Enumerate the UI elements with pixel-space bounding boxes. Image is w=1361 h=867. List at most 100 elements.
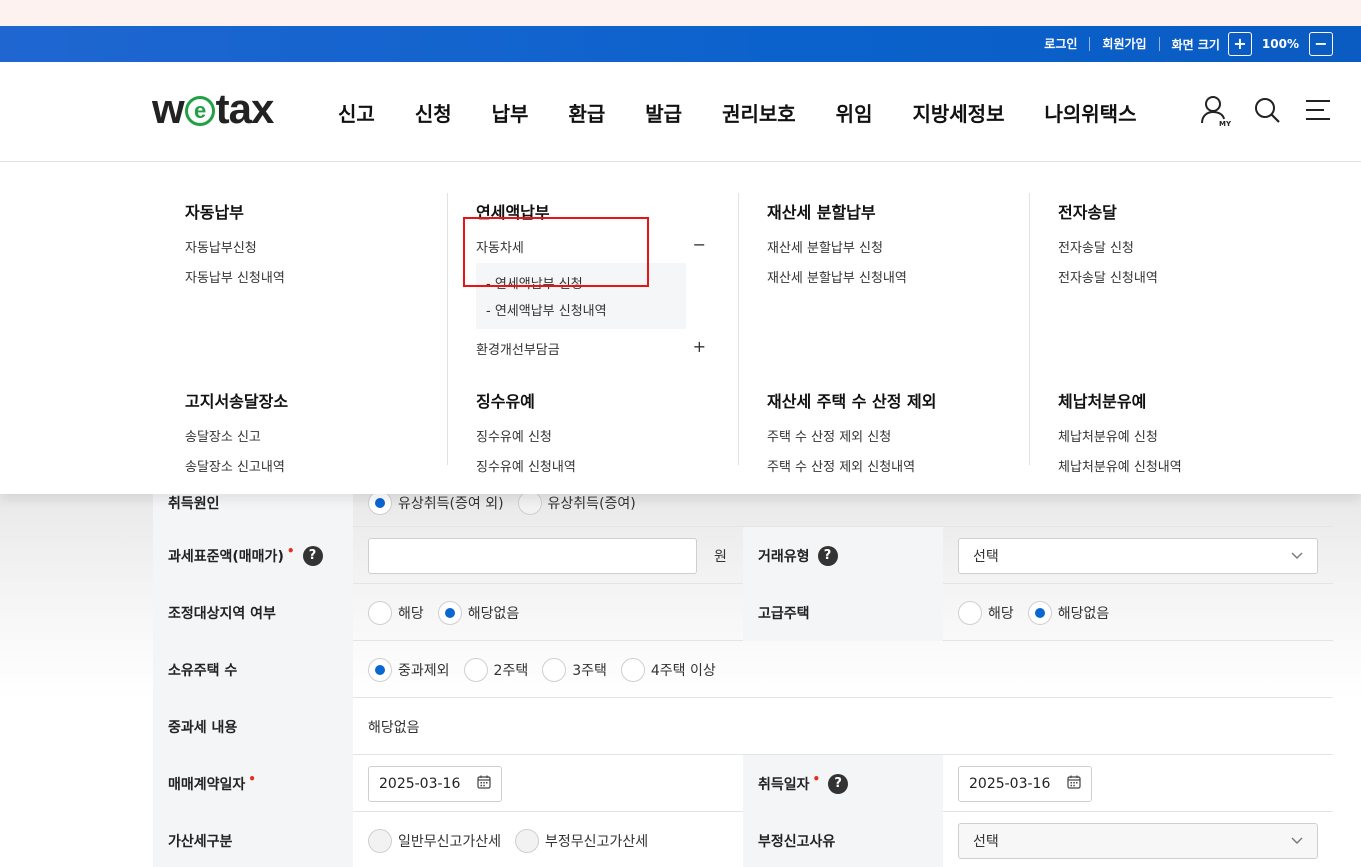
menu-title-split[interactable]: 재산세 분할납부 <box>767 199 1057 223</box>
date-value: 2025-03-16 <box>969 775 1051 792</box>
menu-link-notice-place-history[interactable]: 송달장소 신고내역 <box>185 456 475 475</box>
my-page-icon[interactable]: MY <box>1198 92 1234 128</box>
menu-title-auto-pay[interactable]: 자동납부 <box>185 199 475 223</box>
menu-link-arrears-history[interactable]: 체납처분유예 신청내역 <box>1058 456 1348 475</box>
menu-link-edelivery-history[interactable]: 전자송달 신청내역 <box>1058 267 1348 286</box>
menu-col-defer: 징수유예 징수유예 신청 징수유예 신청내역 <box>476 388 766 486</box>
radio-circle[interactable] <box>368 600 392 625</box>
menu-link-split-history[interactable]: 재산세 분할납부 신청내역 <box>767 267 1057 286</box>
search-icon[interactable] <box>1249 92 1285 128</box>
radio-circle[interactable] <box>517 490 542 515</box>
radio-label: 유상취득(증여) <box>547 495 636 512</box>
label-tax-base: 과세표준액(매매가) •? <box>153 527 353 584</box>
label-luxury: 고급주택 <box>743 584 943 641</box>
label-adjust-area: 조정대상지역 여부 <box>153 584 353 641</box>
label-text: 중과세 내용 <box>168 719 238 736</box>
label-text: 가산세구분 <box>168 833 233 850</box>
signup-link[interactable]: 회원가입 <box>1090 37 1158 51</box>
payment-mega-menu: 자동납부 자동납부신청 자동납부 신청내역 연세액납부 자동차세 − - 연세액… <box>0 163 1361 494</box>
zoom-out-button[interactable]: − <box>1309 32 1333 56</box>
tax-base-field-wrap: 원 <box>368 527 727 584</box>
menu-col-house-count: 재산세 주택 수 산정 제외 주택 수 산정 제외 신청 주택 수 산정 제외 … <box>767 388 1057 486</box>
help-icon[interactable]: ? <box>302 545 323 566</box>
radio-circle[interactable] <box>1027 600 1052 625</box>
nav-delegate[interactable]: 위임 <box>816 98 893 127</box>
collapse-icon[interactable]: − <box>693 235 706 254</box>
menu-link-arrears-apply[interactable]: 체납처분유예 신청 <box>1058 426 1348 445</box>
radio-luxury-no[interactable]: 해당없음 <box>1027 600 1109 625</box>
radio-house-4plus[interactable]: 4주택 이상 <box>620 657 716 682</box>
nav-report[interactable]: 신고 <box>318 98 395 127</box>
nav-issue[interactable]: 발급 <box>625 98 702 127</box>
radio-circle[interactable] <box>542 657 567 682</box>
menu-link-edelivery-apply[interactable]: 전자송달 신청 <box>1058 237 1348 256</box>
menu-title-arrears[interactable]: 체납처분유예 <box>1058 388 1348 412</box>
radio-adjust-no[interactable]: 해당없음 <box>437 600 519 625</box>
tax-base-input[interactable] <box>368 537 697 574</box>
help-icon[interactable]: ? <box>828 773 849 794</box>
contract-date-input[interactable]: 2025-03-16 <box>368 765 502 802</box>
radio-label: 3주택 <box>572 662 607 679</box>
menu-link-split-apply[interactable]: 재산세 분할납부 신청 <box>767 237 1057 256</box>
menu-link-auto-pay-history[interactable]: 자동납부 신청내역 <box>185 267 475 286</box>
radio-house-3[interactable]: 3주택 <box>542 657 607 682</box>
menu-link-house-count-history[interactable]: 주택 수 산정 제외 신청내역 <box>767 456 1057 475</box>
menu-title-edelivery[interactable]: 전자송달 <box>1058 199 1348 223</box>
menu-col-split: 재산세 분할납부 재산세 분할납부 신청 재산세 분할납부 신청내역 <box>767 199 1057 297</box>
submenu-link-annual-history[interactable]: - 연세액납부 신청내역 <box>486 300 676 319</box>
nav-my-wetax[interactable]: 나의위택스 <box>1024 98 1156 127</box>
radio-penalty-general[interactable]: 일반무신고가산세 <box>368 828 501 853</box>
label-text: 매매계약일자 <box>168 776 246 793</box>
radio-circle[interactable] <box>368 657 392 682</box>
radio-acq-gift[interactable]: 유상취득(증여) <box>517 490 636 515</box>
label-text: 소유주택 수 <box>168 662 238 679</box>
radio-penalty-fraud[interactable]: 부정무신고가산세 <box>515 828 649 853</box>
acq-date-input[interactable]: 2025-03-16 <box>958 765 1092 802</box>
radio-circle[interactable] <box>620 657 645 682</box>
radio-luxury-yes[interactable]: 해당 <box>958 600 1014 625</box>
expand-icon[interactable]: + <box>693 337 706 356</box>
label-text: 조정대상지역 여부 <box>168 605 276 622</box>
menu-link-house-count-apply[interactable]: 주택 수 산정 제외 신청 <box>767 426 1057 445</box>
nav-payment[interactable]: 납부 <box>472 98 549 127</box>
radio-circle[interactable] <box>463 657 488 682</box>
radio-circle[interactable] <box>958 600 982 625</box>
fraud-reason-select[interactable]: 선택 <box>958 822 1318 859</box>
calendar-icon[interactable] <box>1067 775 1081 793</box>
login-link[interactable]: 로그인 <box>1032 37 1089 51</box>
radio-circle[interactable] <box>368 828 392 853</box>
radio-label: 부정무신고가산세 <box>545 833 649 850</box>
label-text: 부정신고사유 <box>758 833 836 850</box>
menu-accordion-env[interactable]: 환경개선부담금 + <box>476 337 706 359</box>
radio-circle[interactable] <box>515 828 540 853</box>
menu-col-edelivery: 전자송달 전자송달 신청 전자송달 신청내역 <box>1058 199 1348 297</box>
radio-adjust-yes[interactable]: 해당 <box>368 600 424 625</box>
radio-house-2[interactable]: 2주택 <box>463 657 528 682</box>
menu-icon[interactable] <box>1300 92 1336 128</box>
label-fraud-reason: 부정신고사유 <box>743 812 943 867</box>
radio-house-exempt[interactable]: 중과제외 <box>368 657 450 682</box>
nav-rights[interactable]: 권리보호 <box>702 98 816 127</box>
menu-link-auto-pay-apply[interactable]: 자동납부신청 <box>185 237 475 256</box>
label-text: 거래유형 <box>758 548 810 565</box>
nav-local-tax-info[interactable]: 지방세정보 <box>892 98 1024 127</box>
deal-type-select[interactable]: 선택 <box>958 537 1318 574</box>
menu-link-notice-place-report[interactable]: 송달장소 신고 <box>185 426 475 445</box>
menu-link-defer-history[interactable]: 징수유예 신청내역 <box>476 456 766 475</box>
menu-title-notice-place[interactable]: 고지서송달장소 <box>185 388 475 412</box>
radio-group-adjust-area: 해당 해당없음 <box>368 584 533 641</box>
radio-circle[interactable] <box>437 600 462 625</box>
zoom-label: 화면 크기 <box>1171 37 1220 52</box>
nav-apply[interactable]: 신청 <box>395 98 472 127</box>
menu-title-defer[interactable]: 징수유예 <box>476 388 766 412</box>
zoom-in-button[interactable]: + <box>1227 32 1252 56</box>
radio-circle[interactable] <box>368 490 392 515</box>
help-icon[interactable]: ? <box>817 545 838 566</box>
menu-link-defer-apply[interactable]: 징수유예 신청 <box>476 426 766 445</box>
calendar-icon[interactable] <box>477 775 491 793</box>
wetax-logo[interactable]: w e tax <box>152 84 274 134</box>
radio-acq-non-gift[interactable]: 유상취득(증여 외) <box>368 490 504 515</box>
radio-label: 유상취득(증여 외) <box>398 495 504 512</box>
menu-title-house-count[interactable]: 재산세 주택 수 산정 제외 <box>767 388 1057 412</box>
nav-refund[interactable]: 환급 <box>548 98 625 127</box>
